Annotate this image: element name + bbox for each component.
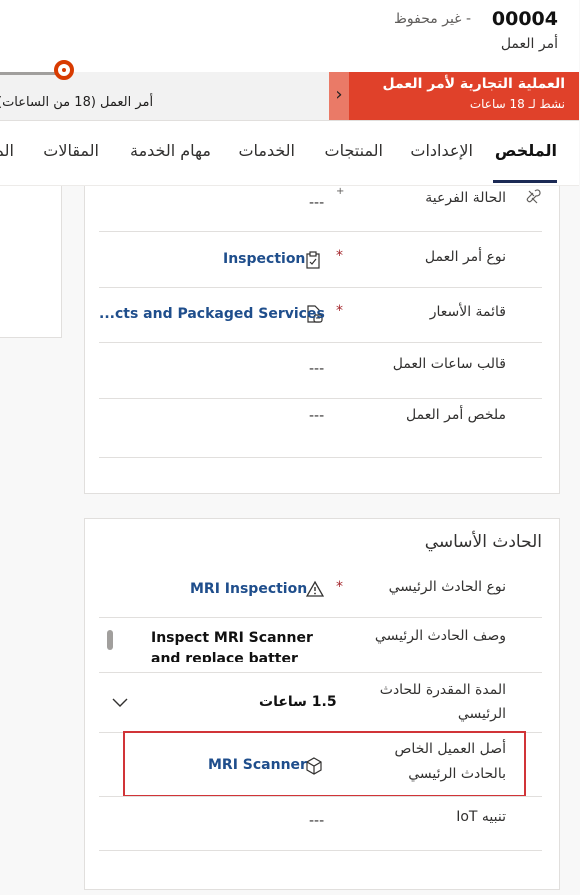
process-progress-line bbox=[0, 72, 62, 75]
incident-description-label: وصف الحادث الرئيسي bbox=[375, 628, 507, 644]
active-tab-indicator bbox=[494, 180, 558, 183]
highlight-box bbox=[124, 731, 527, 797]
warning-icon bbox=[306, 580, 326, 602]
tab-overflow[interactable]: الم bbox=[0, 141, 15, 160]
entity-name: أمر العمل bbox=[501, 36, 559, 52]
estimated-duration-value[interactable]: 1.5 ساعات bbox=[260, 694, 338, 710]
required-marker: * bbox=[337, 579, 344, 595]
field-divider bbox=[100, 457, 543, 458]
current-stage-label[interactable]: أمر العمل (18 من الساعات) bbox=[0, 95, 154, 110]
tab-products[interactable]: المنتجات bbox=[326, 141, 385, 160]
work-hours-template-value[interactable]: --- bbox=[310, 361, 325, 377]
tab-services[interactable]: الخدمات bbox=[239, 141, 296, 160]
substatus-value[interactable]: --- bbox=[310, 195, 325, 211]
tab-service-tasks[interactable]: مهام الخدمة bbox=[131, 141, 212, 160]
optional-marker: + bbox=[337, 186, 346, 197]
field-divider bbox=[100, 231, 543, 232]
work-order-type-label: نوع أمر العمل bbox=[425, 249, 507, 265]
incident-type-link[interactable]: MRI Inspection bbox=[191, 581, 308, 597]
field-divider bbox=[100, 287, 543, 288]
chevron-left-icon: ‹ bbox=[336, 84, 344, 105]
save-status: - غير محفوظ bbox=[394, 11, 472, 27]
active-stage-title: العملية التجارية لأمر العمل bbox=[383, 76, 566, 92]
tab-summary[interactable]: الملخص bbox=[496, 141, 558, 160]
iot-alert-value[interactable]: --- bbox=[310, 813, 325, 829]
active-stage-marker-icon[interactable] bbox=[55, 60, 75, 80]
lock-icon bbox=[526, 188, 544, 210]
clipboard-icon bbox=[306, 251, 322, 273]
iot-alert-label: تنبيه IoT bbox=[457, 809, 507, 825]
substatus-label: الحالة الفرعية bbox=[426, 190, 507, 206]
field-divider bbox=[100, 342, 543, 343]
field-divider bbox=[100, 398, 543, 399]
price-list-label: قائمة الأسعار bbox=[430, 304, 507, 320]
chevron-down-icon[interactable] bbox=[112, 694, 130, 713]
section-title: الحادث الأساسي bbox=[425, 532, 543, 552]
field-divider bbox=[100, 617, 543, 618]
field-divider bbox=[100, 672, 543, 673]
field-divider bbox=[100, 796, 543, 797]
side-panel bbox=[0, 186, 63, 338]
required-marker: * bbox=[337, 303, 344, 319]
record-number: 00004 bbox=[492, 8, 559, 30]
estimated-duration-label-line1: المدة المقدرة للحادث bbox=[380, 682, 507, 698]
description-scrollbar[interactable] bbox=[108, 630, 114, 650]
work-hours-template-label: قالب ساعات العمل bbox=[393, 356, 507, 372]
active-process-stage[interactable]: العملية التجارية لأمر العمل نشط لـ 18 سا… bbox=[330, 72, 580, 120]
tab-articles[interactable]: المقالات bbox=[44, 141, 100, 160]
collapse-process-button[interactable]: ‹ bbox=[330, 72, 350, 120]
active-stage-duration: نشط لـ 18 ساعات bbox=[470, 97, 566, 111]
required-marker: * bbox=[337, 248, 344, 264]
price-list-link[interactable]: ...cts and Packaged Services bbox=[100, 306, 326, 322]
field-divider bbox=[100, 850, 543, 851]
tab-settings[interactable]: الإعدادات bbox=[411, 141, 474, 160]
estimated-duration-label-line2: الرئيسي bbox=[458, 706, 507, 722]
work-order-type-link[interactable]: Inspection bbox=[224, 251, 306, 267]
incident-description-textarea[interactable]: Inspect MRI Scanner and replace batter a… bbox=[152, 628, 332, 662]
incident-type-label: نوع الحادث الرئيسي bbox=[389, 579, 507, 595]
summary-section bbox=[85, 186, 561, 494]
work-order-summary-label: ملخص أمر العمل bbox=[407, 407, 507, 423]
work-order-summary-value[interactable]: --- bbox=[310, 408, 325, 424]
